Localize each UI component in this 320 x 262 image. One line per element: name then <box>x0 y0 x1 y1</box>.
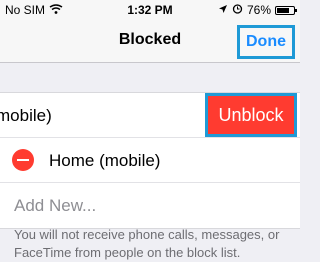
add-new-row[interactable]: Add New... <box>0 183 300 228</box>
status-right: 76% <box>218 3 297 17</box>
done-button[interactable]: Done <box>237 25 295 59</box>
blocked-contact-row[interactable]: Home (mobile) <box>0 138 300 183</box>
battery-fill <box>277 7 290 13</box>
battery-percent: 76% <box>246 3 271 17</box>
location-arrow-icon <box>218 3 228 17</box>
blocked-list: mobile) Unblock Home (mobile) Add New... <box>0 92 300 229</box>
minus-circle-icon[interactable] <box>12 149 34 171</box>
status-bar: No SIM 1:32 PM 76% <box>0 0 300 20</box>
block-list-footer: You will not receive phone calls, messag… <box>14 227 280 260</box>
blocked-contact-row-swiped[interactable]: mobile) Unblock <box>0 93 300 138</box>
blocked-contact-label: Home (mobile) <box>49 151 161 170</box>
add-new-label: Add New... <box>14 196 97 215</box>
navigation-bar: Blocked Done <box>0 20 300 63</box>
battery-icon <box>275 5 297 15</box>
blocked-contact-label: mobile) <box>0 106 52 125</box>
unblock-button[interactable]: Unblock <box>205 93 297 137</box>
alarm-clock-icon <box>232 3 243 17</box>
